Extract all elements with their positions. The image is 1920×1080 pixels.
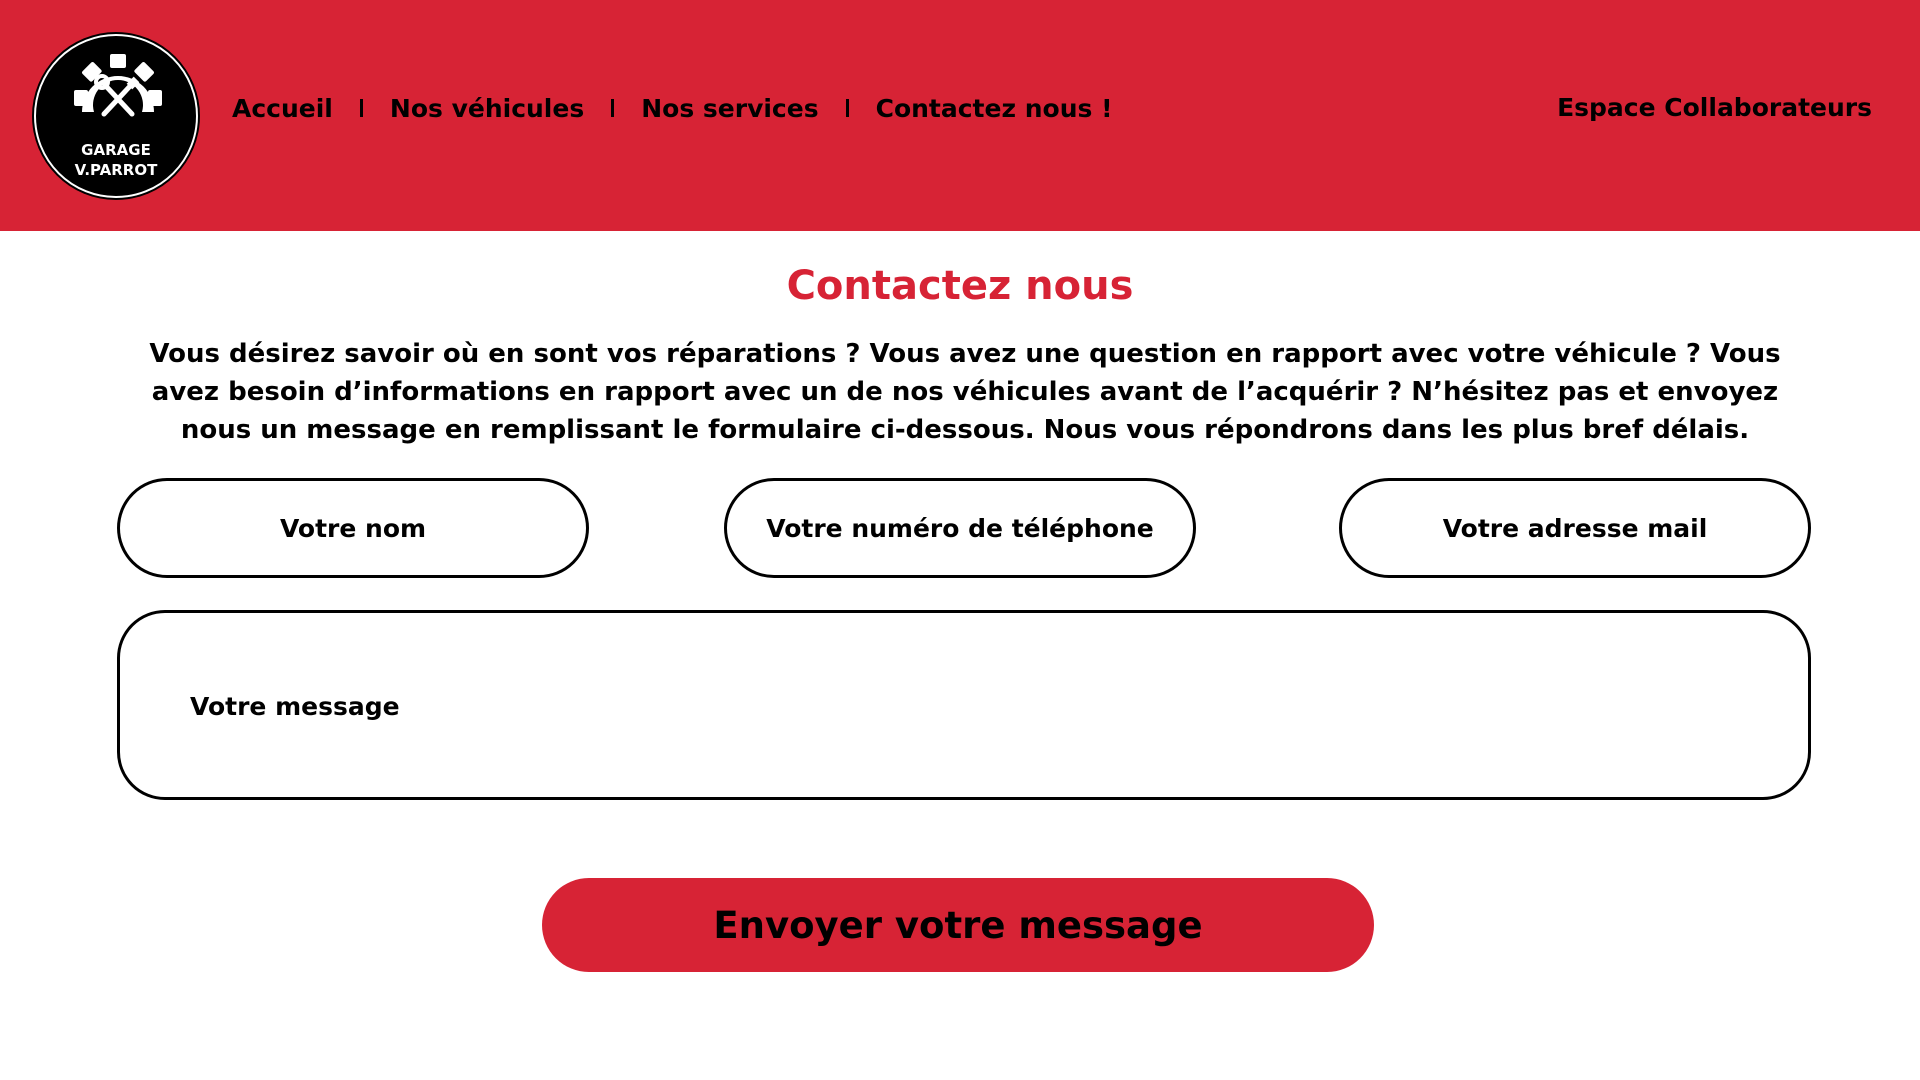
intro-text: Vous désirez savoir où en sont vos répar… [149, 339, 1781, 445]
nav-separator [611, 99, 615, 117]
nav-item-contact[interactable]: Contactez nous ! [876, 94, 1113, 123]
garage-logo[interactable]: GARAGE V.PARROT [34, 34, 198, 198]
logo-text-line1: GARAGE [81, 141, 151, 159]
name-input[interactable] [117, 478, 589, 578]
send-message-button[interactable]: Envoyer votre message [542, 878, 1374, 972]
nav-item-accueil[interactable]: Accueil [232, 94, 333, 123]
nav-item-vehicules[interactable]: Nos véhicules [390, 94, 584, 123]
staff-area-link[interactable]: Espace Collaborateurs [1557, 88, 1872, 128]
main-nav: Accueil Nos véhicules Nos services Conta… [232, 88, 1112, 128]
email-input[interactable] [1339, 478, 1811, 578]
site-header: GARAGE V.PARROT Accueil Nos véhicules No… [0, 0, 1920, 231]
logo-text-line2: V.PARROT [74, 161, 158, 179]
message-textarea[interactable] [117, 610, 1811, 800]
page-title: Contactez nous [786, 263, 1134, 309]
phone-input[interactable] [724, 478, 1196, 578]
nav-item-services[interactable]: Nos services [641, 94, 818, 123]
nav-separator [845, 99, 849, 117]
nav-separator [359, 99, 363, 117]
